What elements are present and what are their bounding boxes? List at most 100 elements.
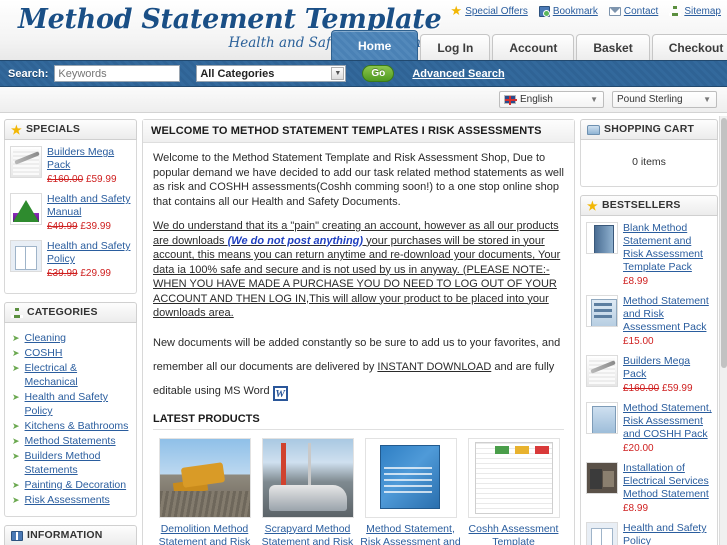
utility-link-sitemap[interactable]: Sitemap [669, 6, 721, 17]
product-price: £49.99 £39.99 [47, 220, 131, 233]
product-thumbnail[interactable] [10, 146, 42, 178]
search-go-button[interactable]: Go [362, 65, 395, 82]
category-link-method-statements[interactable]: Method Statements [25, 434, 116, 448]
right-sidebar: SHOPPING CART 0 items ★ BESTSELLERS Blan… [580, 119, 718, 545]
product-image[interactable] [364, 437, 457, 518]
product-link[interactable]: Method Statement and Risk Assessment Pac… [623, 295, 712, 334]
product-thumbnail[interactable] [586, 355, 618, 387]
cart-item-count: 0 items [632, 156, 666, 168]
tab-checkout[interactable]: Checkout [651, 34, 727, 60]
product-card[interactable]: Coshh Assessment Template Download [462, 437, 565, 545]
tab-login[interactable]: Log In [420, 34, 491, 60]
list-item[interactable]: ➤ Method Statements [12, 434, 131, 448]
scrollbar-thumb[interactable] [721, 118, 727, 368]
list-item[interactable]: Builders Mega Pack £160.00 £59.99 [10, 146, 131, 186]
product-thumbnail[interactable] [586, 522, 618, 545]
list-item[interactable]: ➤ Painting & Decoration [12, 478, 131, 492]
search-input[interactable] [54, 65, 181, 82]
page-root: Method Statement Template Health and Saf… [0, 0, 727, 545]
product-link[interactable]: Builders Mega Pack [47, 146, 131, 172]
sitemap-icon [11, 307, 23, 318]
main-column: WELCOME TO METHOD STATEMENT TEMPLATES I … [142, 119, 575, 545]
tab-basket[interactable]: Basket [576, 34, 650, 60]
language-select[interactable]: English ▼ [499, 91, 604, 108]
product-link[interactable]: Health and Safety Policy [623, 522, 712, 545]
product-thumbnail[interactable] [586, 462, 618, 494]
category-link-cleaning[interactable]: Cleaning [25, 331, 66, 345]
utility-link-special-offers[interactable]: ★ Special Offers [450, 4, 528, 17]
category-link-health-safety-policy[interactable]: Health and Safety Policy [25, 390, 131, 418]
product-thumbnail[interactable] [586, 402, 618, 434]
currency-select[interactable]: Pound Sterling ▼ [612, 91, 717, 108]
list-item[interactable]: Method Statement and Risk Assessment Pac… [586, 295, 712, 348]
product-link[interactable]: Health and Safety Policy [47, 240, 131, 266]
product-link[interactable]: Blank Method Statement and Risk Assessme… [623, 222, 712, 274]
chevron-right-icon: ➤ [12, 392, 20, 402]
list-item[interactable]: Installation of Electrical Services Meth… [586, 462, 712, 515]
category-link-electrical-mechanical[interactable]: Electrical & Mechanical [25, 361, 131, 389]
utility-link-label[interactable]: Bookmark [553, 6, 598, 17]
product-image[interactable] [158, 437, 251, 518]
list-item[interactable]: Method Statement, Risk Assessment and CO… [586, 402, 712, 455]
tab-account[interactable]: Account [492, 34, 575, 60]
product-price: £8.99 [623, 502, 712, 515]
utility-link-label[interactable]: Special Offers [465, 6, 528, 17]
product-thumbnail[interactable] [10, 193, 42, 225]
product-link[interactable]: Coshh Assessment Template [462, 523, 565, 545]
category-link-risk-assessments[interactable]: Risk Assessments [25, 493, 110, 507]
product-card[interactable]: Method Statement, Risk Assessment and CO… [359, 437, 462, 545]
current-price: £8.99 [623, 503, 649, 514]
category-link-coshh[interactable]: COSHH [25, 346, 63, 360]
category-select[interactable]: All Categories ▼ [196, 65, 347, 82]
product-thumbnail[interactable] [10, 240, 42, 272]
page-scrollbar[interactable] [719, 116, 727, 545]
utility-link-contact[interactable]: Contact [608, 6, 658, 17]
star-icon: ★ [11, 122, 22, 137]
chevron-right-icon: ➤ [12, 348, 20, 358]
product-link[interactable]: Method Statement, Risk Assessment and CO… [359, 523, 462, 545]
product-link[interactable]: Builders Mega Pack [623, 355, 712, 381]
utility-link-bookmark[interactable]: Bookmark [538, 5, 598, 17]
old-price: £39.99 [47, 268, 78, 279]
list-item[interactable]: ➤ Health and Safety Policy [12, 390, 131, 418]
list-item[interactable]: Health and Safety Policy £39.99 £29.99 [10, 240, 131, 280]
product-link[interactable]: Scrapyard Method Statement and Risk Asse… [256, 523, 359, 545]
product-thumbnail[interactable] [586, 295, 618, 327]
product-image[interactable] [467, 437, 560, 518]
list-item[interactable]: Health and Safety Policy £39.99 £29.99 [586, 522, 712, 545]
instant-download-link[interactable]: INSTANT DOWNLOAD [377, 361, 491, 373]
tab-home[interactable]: Home [331, 30, 419, 60]
list-item[interactable]: ➤ Risk Assessments [12, 493, 131, 507]
utility-link-label[interactable]: Contact [624, 6, 658, 17]
list-item[interactable]: Builders Mega Pack £160.00 £59.99 [586, 355, 712, 395]
category-link-builders-method-statements[interactable]: Builders Method Statements [25, 449, 131, 477]
new-price: £39.99 [80, 221, 111, 232]
product-link[interactable]: Method Statement, Risk Assessment and CO… [623, 402, 712, 441]
category-link-kitchens-bathrooms[interactable]: Kitchens & Bathrooms [25, 419, 129, 433]
category-link-painting-decoration[interactable]: Painting & Decoration [25, 478, 127, 492]
bestsellers-title: BESTSELLERS [601, 199, 681, 211]
product-card[interactable]: Demolition Method Statement and Risk Ass… [153, 437, 256, 545]
new-price: £29.99 [80, 268, 111, 279]
list-item[interactable]: ➤ Cleaning [12, 331, 131, 345]
list-item[interactable]: Blank Method Statement and Risk Assessme… [586, 222, 712, 288]
list-item[interactable]: Health and Safety Manual £49.99 £39.99 [10, 193, 131, 233]
list-item[interactable]: ➤ COSHH [12, 346, 131, 360]
product-price: £8.99 [623, 275, 712, 288]
product-link[interactable]: Demolition Method Statement and Risk Ass… [153, 523, 256, 545]
product-thumbnail[interactable] [586, 222, 618, 254]
advanced-search-link[interactable]: Advanced Search [412, 68, 504, 80]
paragraph-2-emphasis: (We do not post anything) [227, 234, 364, 247]
utility-link-label[interactable]: Sitemap [684, 6, 721, 17]
list-item[interactable]: ➤ Kitchens & Bathrooms [12, 419, 131, 433]
list-item[interactable]: ➤ Builders Method Statements [12, 449, 131, 477]
current-price: £15.00 [623, 336, 654, 347]
product-card[interactable]: Scrapyard Method Statement and Risk Asse… [256, 437, 359, 545]
product-link[interactable]: Installation of Electrical Services Meth… [623, 462, 712, 501]
ms-word-icon: W [272, 385, 288, 401]
category-select-value: All Categories [200, 67, 275, 80]
list-item[interactable]: ➤ Electrical & Mechanical [12, 361, 131, 389]
product-image[interactable] [261, 437, 354, 518]
product-link[interactable]: Health and Safety Manual [47, 193, 131, 219]
chevron-down-icon[interactable]: ▼ [331, 67, 345, 80]
